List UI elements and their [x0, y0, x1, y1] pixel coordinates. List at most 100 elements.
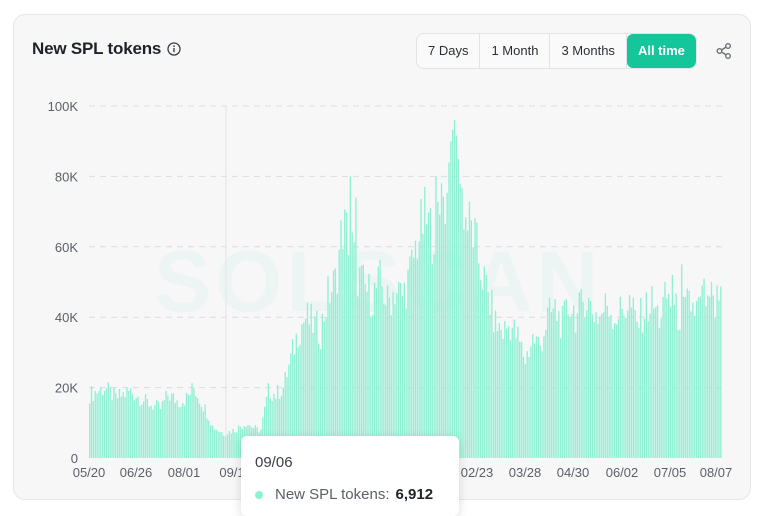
bar[interactable]: [636, 321, 638, 458]
bar[interactable]: [156, 400, 158, 458]
bar[interactable]: [425, 224, 428, 458]
bar[interactable]: [498, 323, 500, 458]
bar[interactable]: [718, 300, 720, 458]
bar[interactable]: [580, 288, 582, 458]
bar[interactable]: [122, 392, 124, 458]
bar[interactable]: [331, 292, 333, 458]
bar[interactable]: [589, 301, 592, 458]
bar[interactable]: [708, 296, 711, 458]
bar[interactable]: [146, 399, 149, 458]
bar[interactable]: [420, 198, 422, 458]
bar[interactable]: [623, 315, 625, 458]
bar[interactable]: [332, 270, 335, 458]
bar[interactable]: [435, 176, 437, 458]
bar[interactable]: [537, 337, 540, 458]
bar[interactable]: [414, 240, 417, 458]
bar[interactable]: [703, 278, 705, 458]
bar[interactable]: [152, 409, 154, 458]
bar[interactable]: [707, 295, 709, 458]
bar[interactable]: [124, 396, 126, 458]
bar[interactable]: [137, 396, 139, 458]
bar[interactable]: [682, 296, 685, 458]
bar[interactable]: [697, 297, 700, 458]
bar[interactable]: [431, 264, 433, 458]
bar[interactable]: [545, 330, 547, 458]
bar[interactable]: [448, 162, 450, 458]
bar[interactable]: [195, 396, 197, 458]
bar[interactable]: [373, 282, 376, 458]
bar[interactable]: [310, 303, 312, 458]
bar[interactable]: [342, 248, 344, 458]
bar[interactable]: [455, 135, 458, 459]
bar[interactable]: [478, 263, 480, 458]
bar[interactable]: [200, 406, 203, 458]
bar[interactable]: [645, 292, 648, 458]
bar[interactable]: [533, 343, 536, 458]
bar[interactable]: [638, 328, 640, 458]
bar[interactable]: [388, 297, 391, 458]
bar[interactable]: [578, 292, 580, 458]
bar[interactable]: [595, 312, 597, 458]
bar[interactable]: [641, 332, 644, 458]
bar[interactable]: [548, 297, 551, 458]
bar[interactable]: [673, 304, 675, 458]
bar[interactable]: [198, 403, 201, 458]
bar[interactable]: [392, 291, 394, 458]
bar[interactable]: [196, 398, 199, 458]
bar[interactable]: [407, 269, 409, 458]
bar[interactable]: [647, 321, 649, 458]
bar[interactable]: [591, 314, 594, 458]
bar[interactable]: [656, 305, 659, 458]
bar[interactable]: [509, 340, 512, 458]
bar[interactable]: [600, 313, 603, 458]
bar[interactable]: [668, 294, 670, 458]
bar[interactable]: [584, 317, 586, 458]
bar[interactable]: [565, 299, 567, 458]
bar[interactable]: [383, 304, 385, 458]
bar[interactable]: [649, 313, 651, 458]
bar[interactable]: [327, 276, 329, 458]
bar[interactable]: [690, 311, 692, 458]
bar[interactable]: [340, 220, 342, 458]
bar[interactable]: [483, 266, 486, 458]
bar[interactable]: [159, 409, 162, 458]
bar[interactable]: [135, 398, 137, 458]
bar[interactable]: [357, 296, 359, 458]
bar[interactable]: [554, 299, 556, 458]
bar[interactable]: [608, 317, 610, 458]
bar[interactable]: [675, 293, 677, 458]
bar[interactable]: [215, 429, 217, 458]
bar[interactable]: [569, 316, 571, 458]
bar[interactable]: [606, 306, 608, 458]
bar[interactable]: [500, 329, 502, 458]
bar[interactable]: [543, 336, 545, 458]
bar[interactable]: [567, 314, 569, 458]
bar[interactable]: [493, 332, 495, 458]
bar[interactable]: [459, 184, 461, 458]
bar[interactable]: [187, 394, 190, 458]
bar[interactable]: [705, 306, 707, 458]
bar[interactable]: [362, 264, 365, 458]
bar[interactable]: [133, 400, 136, 458]
bar[interactable]: [144, 394, 147, 458]
bar[interactable]: [345, 212, 348, 458]
bar[interactable]: [444, 224, 446, 458]
bar[interactable]: [511, 327, 513, 458]
bar[interactable]: [528, 356, 530, 458]
bar[interactable]: [470, 220, 472, 458]
bar[interactable]: [694, 315, 696, 458]
bar[interactable]: [535, 336, 538, 458]
bar[interactable]: [102, 394, 104, 458]
bar[interactable]: [496, 331, 499, 458]
bar[interactable]: [154, 404, 156, 458]
bar[interactable]: [627, 310, 629, 458]
bar[interactable]: [519, 341, 521, 458]
bar[interactable]: [574, 332, 577, 458]
bar[interactable]: [219, 432, 221, 458]
bar[interactable]: [615, 324, 618, 458]
bar[interactable]: [176, 400, 178, 458]
bar[interactable]: [182, 403, 184, 458]
bar[interactable]: [440, 183, 443, 458]
bar[interactable]: [401, 295, 404, 458]
bar[interactable]: [625, 317, 627, 458]
